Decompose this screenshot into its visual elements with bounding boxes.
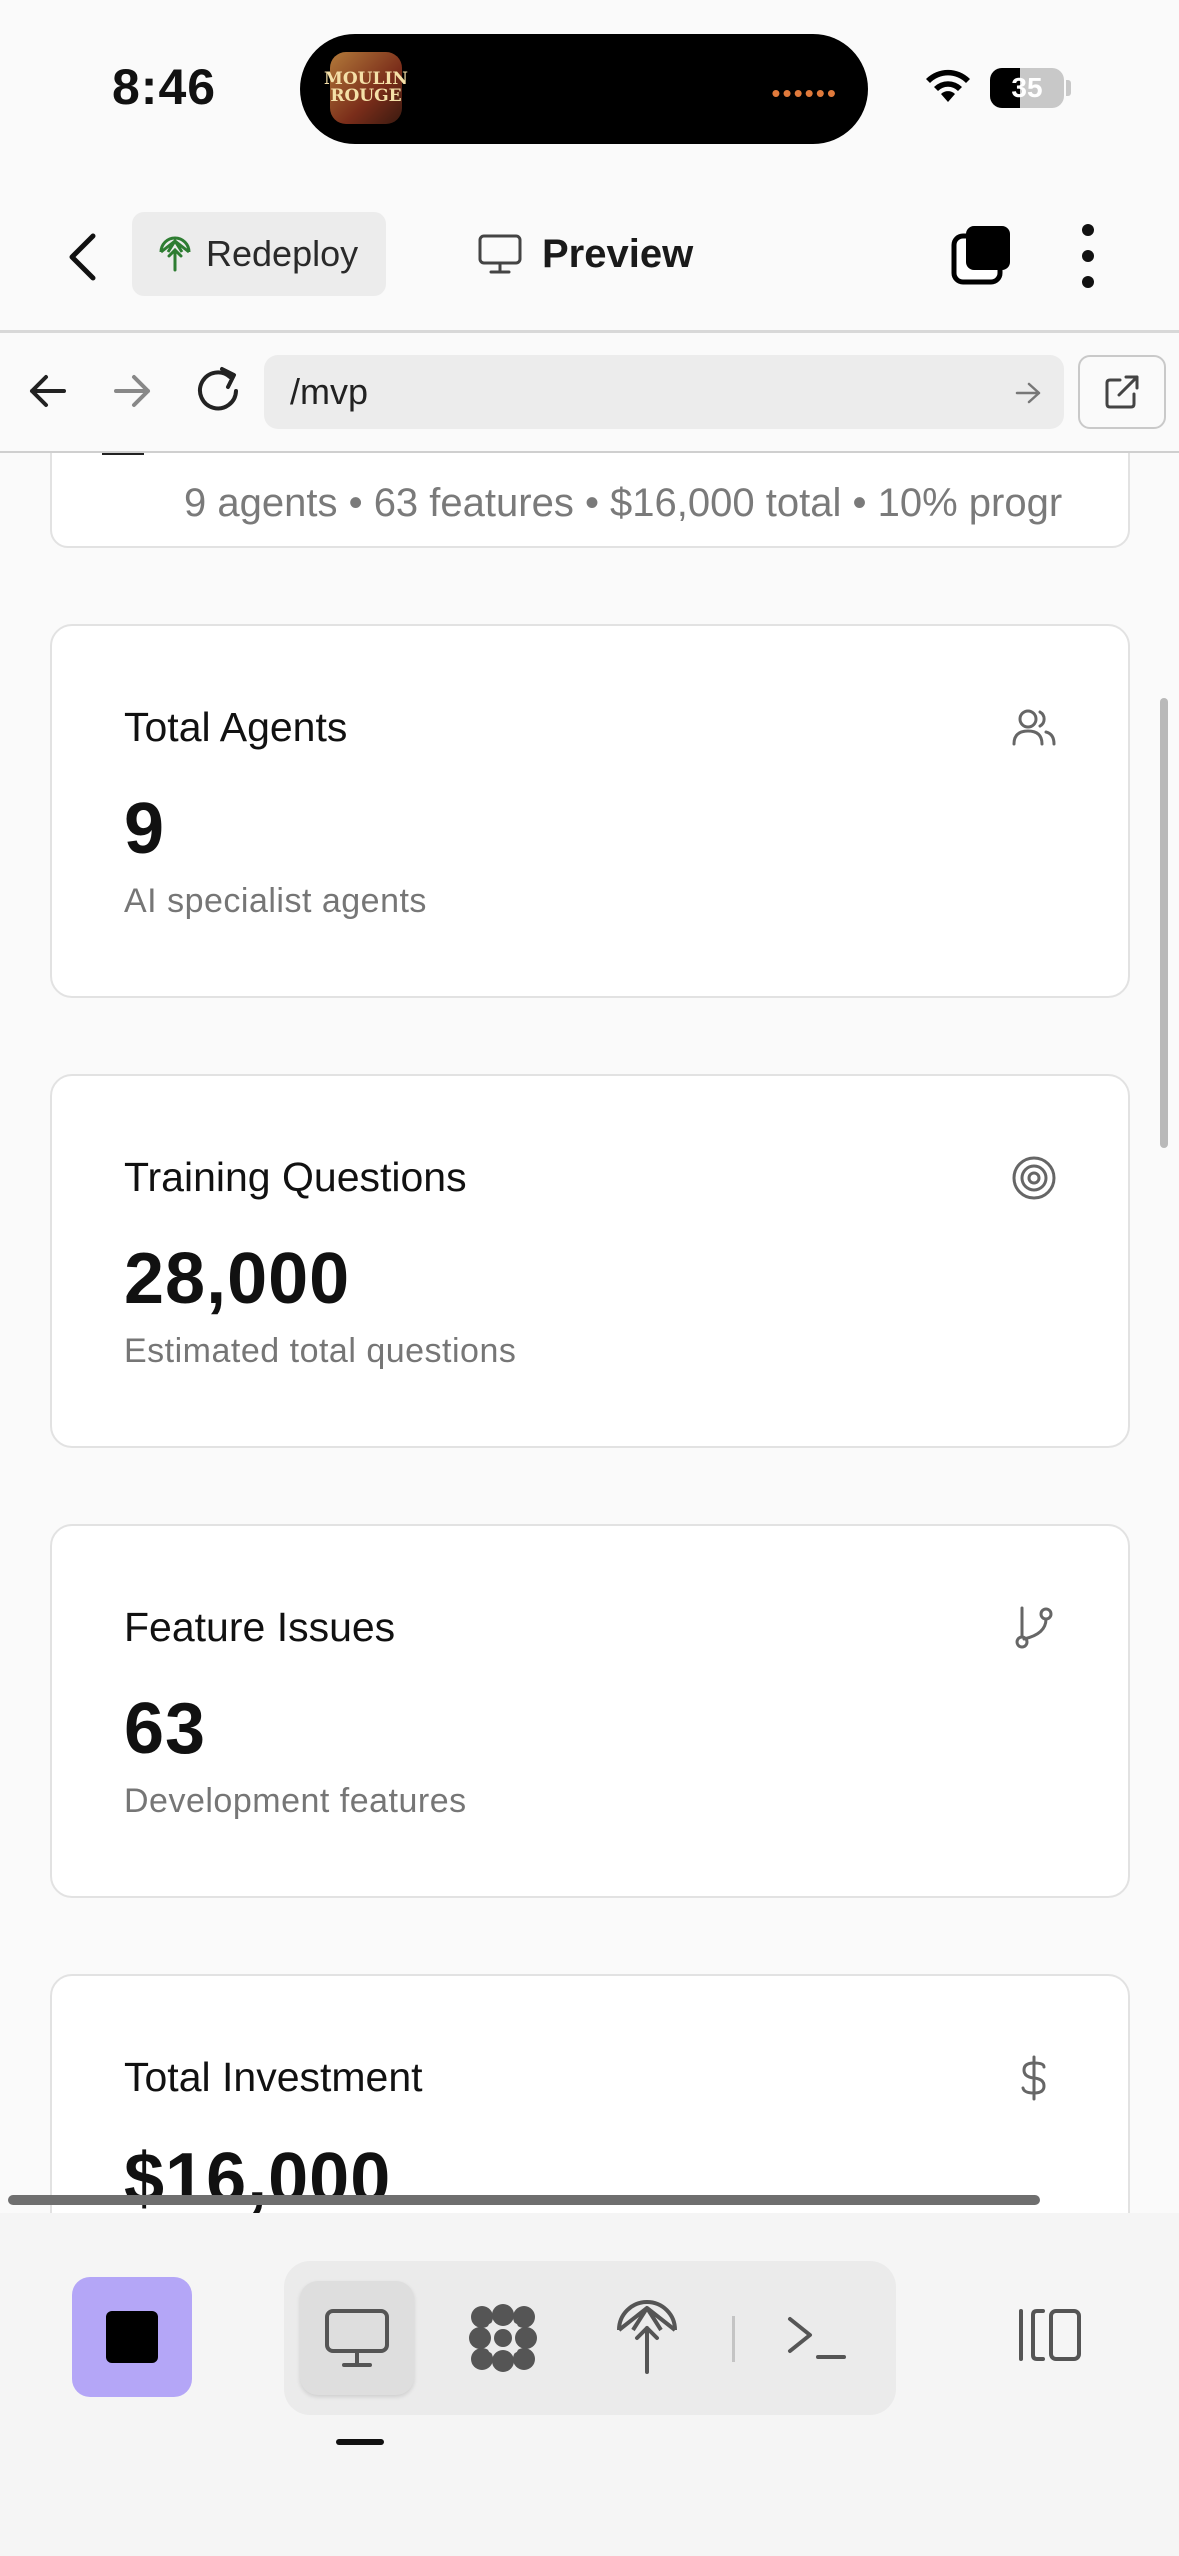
users-icon: [1012, 709, 1056, 746]
vertical-scrollbar[interactable]: [1160, 698, 1168, 1148]
tabs-icon[interactable]: [950, 224, 1014, 288]
tool-separator: [732, 2316, 735, 2362]
now-playing-art-text: MOULIN ROUGE: [324, 69, 408, 106]
deploy-icon: [159, 236, 191, 272]
stat-card-training-questions: Training Questions 28,000 Estimated tota…: [50, 1074, 1130, 1448]
back-icon[interactable]: [60, 230, 110, 284]
terminal-icon: [788, 2317, 846, 2359]
wifi-icon: [926, 69, 970, 102]
open-external-button[interactable]: [1078, 355, 1166, 429]
monitor-icon: [325, 2309, 389, 2367]
status-bar: 8:46 MOULIN ROUGE •••••• 35: [0, 0, 1179, 170]
preview-tool[interactable]: [300, 2281, 414, 2395]
project-summary-card: 9 agents • 63 features • $16,000 total •…: [50, 453, 1130, 548]
stat-card-feature-issues: Feature Issues 63 Development features: [50, 1524, 1130, 1898]
toggle-panel-button[interactable]: [1000, 2285, 1100, 2385]
deploy-icon: [617, 2300, 677, 2374]
horizontal-scrollbar[interactable]: [8, 2195, 1040, 2205]
preview-button[interactable]: Preview: [478, 222, 693, 286]
stat-card-total-investment: Total Investment $16,000: [50, 1974, 1130, 2213]
browser-toolbar: /mvp: [0, 333, 1179, 451]
web-content[interactable]: 9 agents • 63 features • $16,000 total •…: [0, 453, 1179, 2213]
stat-value: 28,000: [124, 1239, 351, 1319]
url-text: /mvp: [290, 371, 369, 412]
tool-switcher: [284, 2261, 896, 2415]
target-icon: [1012, 1156, 1056, 1200]
summary-icon: [102, 453, 144, 455]
stat-title: Total Investment: [124, 2054, 423, 2100]
stat-title: Feature Issues: [124, 1604, 396, 1650]
battery-icon: 35: [990, 68, 1064, 108]
status-time: 8:46: [112, 59, 217, 115]
stat-title: Total Agents: [124, 704, 348, 750]
stat-card-total-agents: Total Agents 9 AI specialist agents: [50, 624, 1130, 998]
audio-activity-indicator: ••••••: [771, 78, 838, 108]
stat-subtitle: AI specialist agents: [124, 882, 427, 920]
stat-subtitle: Development features: [124, 1782, 467, 1820]
browser-back-icon[interactable]: [26, 369, 70, 413]
stat-subtitle: Estimated total questions: [124, 1332, 517, 1370]
stat-value: 63: [124, 1689, 207, 1769]
reload-icon[interactable]: [192, 363, 244, 417]
preview-label: Preview: [542, 231, 694, 276]
battery-level: 35: [1011, 72, 1043, 103]
stat-value: 9: [124, 789, 166, 869]
agents-icon: [469, 2304, 537, 2372]
terminal-tool[interactable]: [760, 2281, 874, 2395]
redeploy-label: Redeploy: [206, 233, 359, 274]
redeploy-button[interactable]: Redeploy: [132, 212, 386, 296]
stop-icon: [106, 2311, 158, 2363]
side-panel-icon: [1019, 2309, 1081, 2361]
now-playing-artwork: MOULIN ROUGE: [324, 52, 408, 124]
go-arrow-icon[interactable]: [1014, 379, 1042, 407]
url-field[interactable]: /mvp: [264, 355, 1064, 429]
app-header: Redeploy Preview: [0, 200, 1179, 330]
dynamic-island[interactable]: MOULIN ROUGE ••••••: [300, 34, 868, 144]
stat-title: Training Questions: [124, 1154, 467, 1200]
deploy-tool[interactable]: [590, 2281, 704, 2395]
git-branch-icon: [1015, 1606, 1053, 1649]
agents-tool[interactable]: [446, 2281, 560, 2395]
more-menu-icon[interactable]: [1070, 220, 1106, 292]
dollar-icon: [1021, 2055, 1046, 2101]
project-summary-text: 9 agents • 63 features • $16,000 total •…: [184, 481, 1063, 525]
monitor-icon: [478, 234, 522, 274]
bottom-dock: [0, 2213, 1179, 2556]
browser-forward-icon[interactable]: [110, 369, 154, 413]
active-tool-indicator: [336, 2439, 384, 2445]
external-link-icon: [1105, 375, 1139, 409]
stop-button[interactable]: [72, 2277, 192, 2397]
